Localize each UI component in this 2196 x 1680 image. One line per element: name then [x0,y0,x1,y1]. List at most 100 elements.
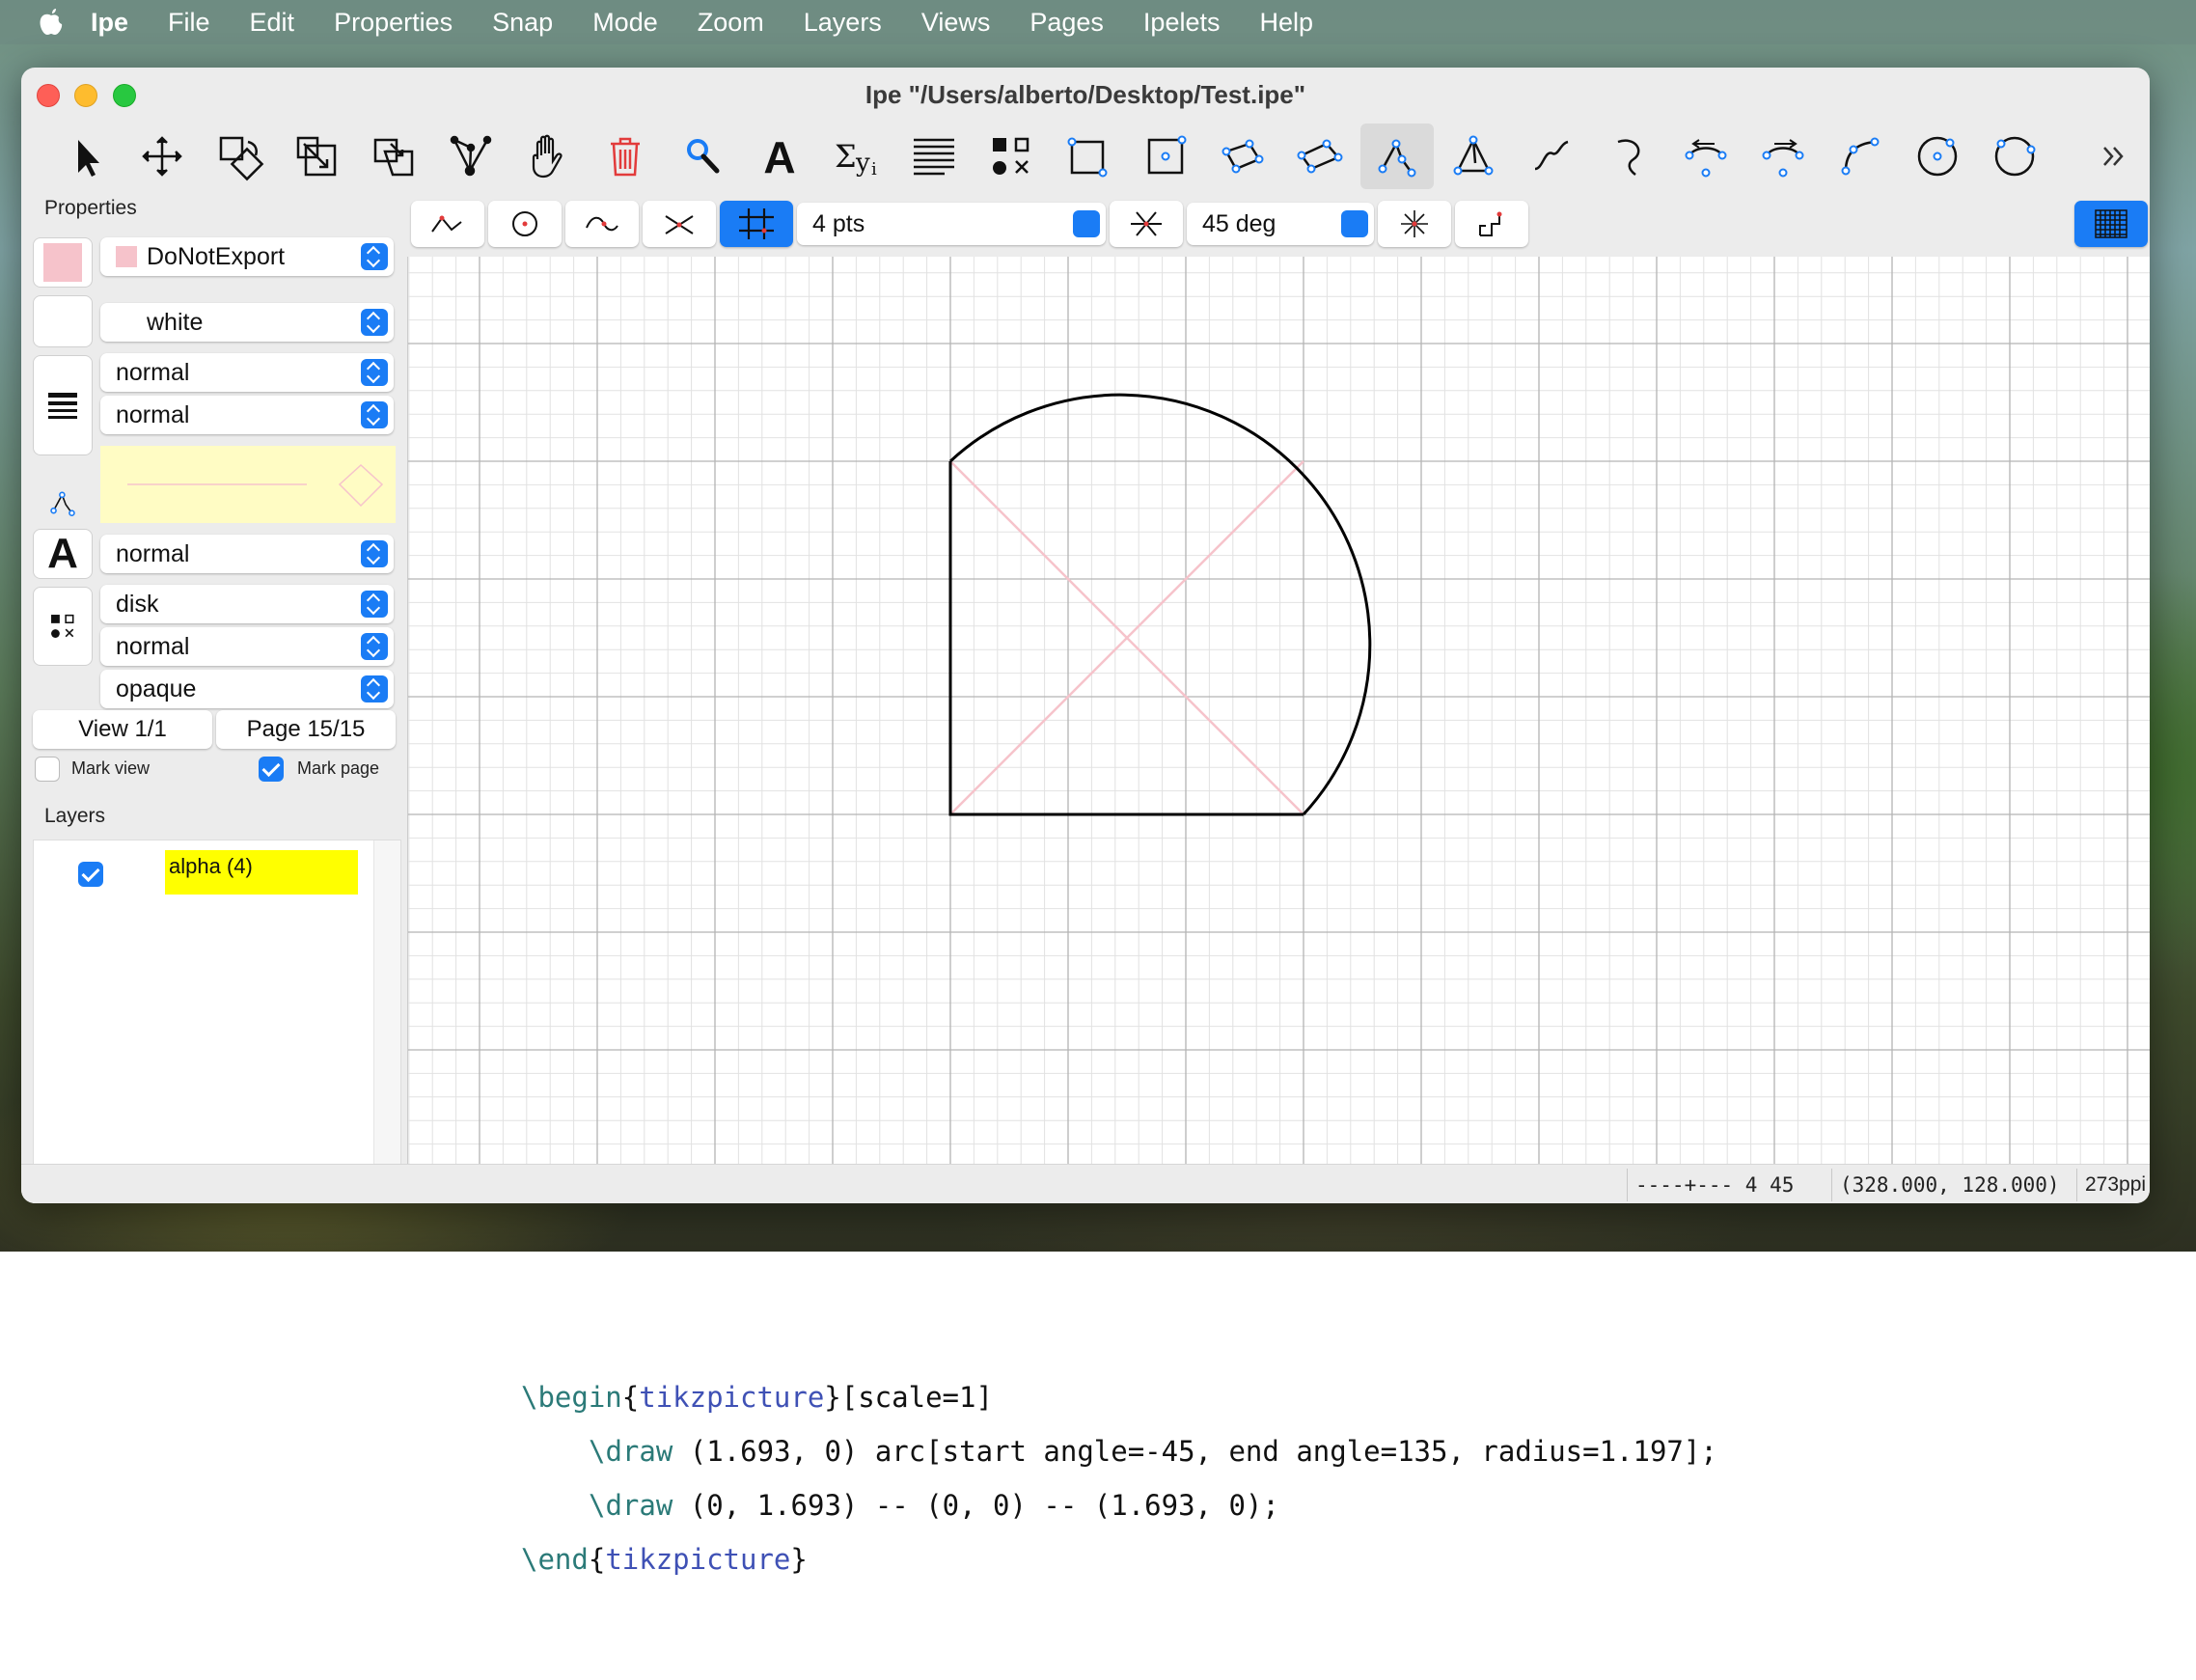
shear-tool-button[interactable] [357,124,430,189]
magnify-tool-button[interactable] [666,124,739,189]
box-tool-button[interactable] [1129,124,1202,189]
menu-file[interactable]: File [168,8,210,38]
snap-boundary-button[interactable] [565,201,639,247]
paragraph-tool-button[interactable] [897,124,971,189]
view-number-button[interactable]: View 1/1 [33,710,212,749]
auto-angular-icon [1401,210,1428,237]
updown-arrows-icon [361,309,388,336]
text-tool-button[interactable]: A [743,124,816,189]
angle-select[interactable]: 45 deg [1187,203,1374,245]
dash-style-value: normal [116,401,190,428]
custom-snap-icon [1479,211,1502,236]
polygon-tool-button[interactable] [1438,124,1511,189]
text-size-select[interactable]: normal [100,535,394,573]
symbol-size-select[interactable]: normal [100,627,394,666]
menu-edit[interactable]: Edit [250,8,295,38]
rectangle-tool-button[interactable] [1052,124,1125,189]
splinegon-tool-button[interactable] [1283,124,1357,189]
stretch-icon [296,136,337,177]
pan-tool-button[interactable] [511,124,585,189]
delete-tool-button[interactable] [589,124,662,189]
box-icon [1147,135,1187,175]
mark-shape-select[interactable]: disk [100,585,394,623]
menu-views[interactable]: Views [921,8,991,38]
line-width-icon [48,393,77,419]
snap-angular-button[interactable] [1110,201,1183,247]
select-tool-button[interactable] [48,124,122,189]
math-tool-button[interactable]: Σyi [820,124,893,189]
menu-mode[interactable]: Mode [592,8,658,38]
snap-custom-button[interactable] [1455,201,1528,247]
snap-intersection-button[interactable] [643,201,716,247]
spline-tool-button[interactable] [1515,124,1588,189]
graph-icon [450,135,492,177]
grid-visible-button[interactable] [2074,201,2148,247]
svg-text:A: A [763,132,795,182]
circle-center-tool-button[interactable] [1901,124,1974,189]
arc-cw-tool-button[interactable] [1669,124,1743,189]
canvas-minor-grid [408,257,2150,1168]
grid-size-select[interactable]: 4 pts [797,203,1106,245]
pen-style-button[interactable] [33,355,93,455]
graph-tool-button[interactable] [434,124,508,189]
text-size-value: normal [116,540,190,567]
mark-view-checkbox[interactable] [35,757,60,782]
snap-grid-button[interactable] [720,201,793,247]
snap-vertex-button[interactable] [411,201,484,247]
status-bar: ----+--- 4 45 (328.000, 128.000) 273ppi [21,1164,2150,1203]
menu-properties[interactable]: Properties [334,8,453,38]
stroke-color-select[interactable]: DoNotExport [100,237,394,276]
fill-color-button[interactable] [33,295,93,347]
fill-color-select[interactable]: white [100,303,394,342]
menu-zoom[interactable]: Zoom [698,8,764,38]
code-command: \begin [521,1381,622,1414]
apple-icon[interactable] [39,8,64,37]
arrow-preview[interactable] [100,446,396,523]
updown-arrows-icon [361,243,388,270]
stretch-tool-button[interactable] [280,124,353,189]
snap-center-button[interactable] [488,201,562,247]
arc-ccw-tool-button[interactable] [1746,124,1820,189]
menu-layers[interactable]: Layers [804,8,882,38]
arc-3pt-tool-button[interactable] [1824,124,1897,189]
layer-name[interactable]: alpha (4) [165,850,358,895]
code-command: \end [521,1543,589,1576]
page-number-button[interactable]: Page 15/15 [216,710,396,749]
layer-visible-checkbox[interactable] [78,862,103,887]
menu-snap[interactable]: Snap [492,8,553,38]
text-style-button[interactable]: A [33,529,93,579]
layers-heading: Layers [44,805,106,827]
circle-3pt-tool-button[interactable] [1978,124,2051,189]
marks-tool-button[interactable] [974,124,1048,189]
pen-width-value: normal [116,359,190,386]
code-environment: tikzpicture [605,1543,791,1576]
translate-icon [142,136,182,177]
layers-scrollbar[interactable] [373,840,400,1203]
snap-intersection-icon [665,215,694,234]
code-command: \draw [589,1435,673,1468]
translate-tool-button[interactable] [125,124,199,189]
snap-auto-angular-button[interactable] [1378,201,1451,247]
mark-style-button[interactable] [33,587,93,666]
parallelogram-icon [1222,139,1264,174]
grid-icon [2095,209,2127,238]
grid-snap-icon [739,208,774,239]
window-title: Ipe "/Users/alberto/Desktop/Test.ipe" [865,80,1306,109]
menu-app-name[interactable]: Ipe [91,8,128,38]
drawing-canvas[interactable] [407,257,2150,1169]
polyline-tool-button[interactable] [1360,124,1434,189]
select-icon [78,140,99,177]
bezier-tool-button[interactable] [1592,124,1665,189]
dash-style-select[interactable]: normal [100,396,394,434]
opacity-select[interactable]: opaque [100,670,394,708]
parallelogram-tool-button[interactable] [1206,124,1279,189]
updown-arrows-icon [1073,210,1100,237]
menu-help[interactable]: Help [1259,8,1313,38]
rotate-tool-button[interactable] [203,124,276,189]
stroke-color-button[interactable] [33,237,93,288]
menu-pages[interactable]: Pages [1029,8,1104,38]
more-tools-button[interactable] [2076,124,2150,189]
mark-page-checkbox[interactable] [259,757,284,782]
pen-width-select[interactable]: normal [100,353,394,392]
menu-ipelets[interactable]: Ipelets [1143,8,1221,38]
